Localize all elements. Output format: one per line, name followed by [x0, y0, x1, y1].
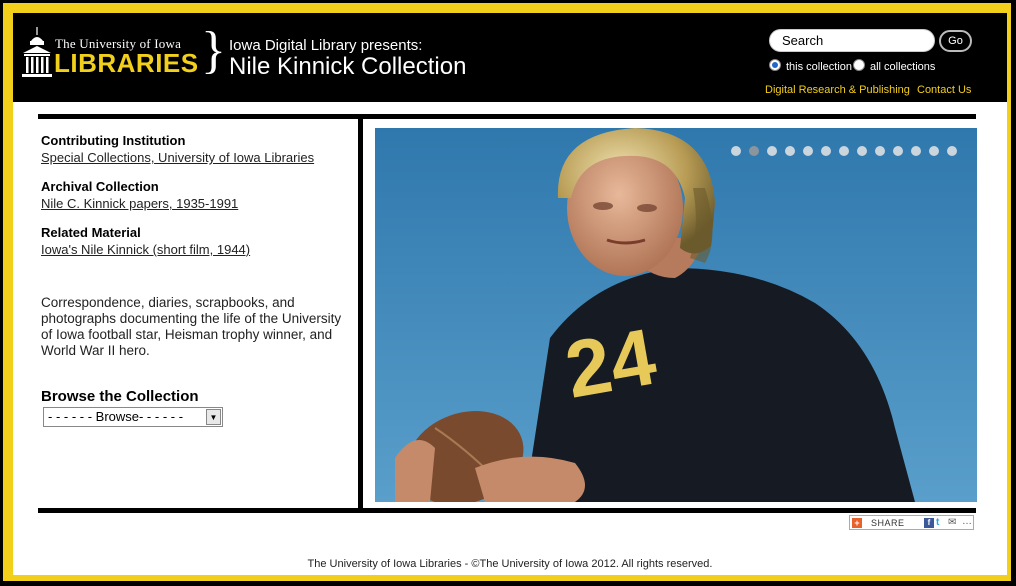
slideshow-dot[interactable]	[803, 146, 813, 156]
addthis-plus-icon: +	[852, 518, 862, 528]
presents-text: Iowa Digital Library presents:	[229, 37, 423, 54]
contact-us-link[interactable]: Contact Us	[917, 84, 971, 96]
radio-this-collection[interactable]	[769, 59, 781, 71]
slideshow-dot[interactable]	[929, 146, 939, 156]
slideshow-dot[interactable]	[911, 146, 921, 156]
football-player-photo: 24	[375, 128, 977, 502]
slideshow-dot[interactable]	[947, 146, 957, 156]
slideshow-dots	[731, 146, 957, 156]
slideshow-dot[interactable]	[785, 146, 795, 156]
top-rule	[38, 114, 976, 119]
related-material-link[interactable]: Iowa's Nile Kinnick (short film, 1944)	[41, 242, 351, 257]
slideshow-dot[interactable]	[857, 146, 867, 156]
archival-collection-label: Archival Collection	[41, 179, 159, 194]
browse-select-value: - - - - - - Browse- - - - - -	[48, 409, 184, 424]
slideshow-dot[interactable]	[749, 146, 759, 156]
collection-info-panel: Contributing Institution Special Collect…	[41, 133, 351, 257]
gold-border: The University of Iowa LIBRARIES } Iowa …	[3, 3, 1011, 581]
slideshow-photo[interactable]: 24	[375, 128, 977, 502]
facebook-icon[interactable]: f	[924, 518, 934, 528]
browse-heading: Browse the Collection	[41, 388, 199, 405]
page-frame: The University of Iowa LIBRARIES } Iowa …	[0, 0, 1016, 586]
radio-all-collections[interactable]	[853, 59, 865, 71]
slideshow-dot[interactable]	[893, 146, 903, 156]
jersey-number: 24	[559, 312, 663, 415]
email-icon[interactable]: ✉	[948, 517, 956, 528]
contributing-institution-label: Contributing Institution	[41, 133, 186, 148]
browse-select[interactable]: - - - - - - Browse- - - - - - ▼	[43, 407, 223, 427]
slideshow-dot[interactable]	[767, 146, 777, 156]
collection-description: Correspondence, diaries, scrapbooks, and…	[41, 295, 342, 358]
page-body: The University of Iowa LIBRARIES } Iowa …	[13, 13, 1007, 575]
radio-this-collection-label: this collection	[786, 61, 853, 73]
chevron-down-icon[interactable]: ▼	[206, 409, 221, 425]
share-button[interactable]: + SHARE f t ✉ …	[849, 515, 974, 530]
radio-all-collections-label: all collections	[870, 61, 936, 73]
related-material-label: Related Material	[41, 225, 141, 240]
slideshow-dot[interactable]	[875, 146, 885, 156]
bottom-rule	[38, 508, 976, 513]
contributing-institution-link[interactable]: Special Collections, University of Iowa …	[41, 150, 351, 165]
logo-libraries-text: LIBRARIES	[54, 48, 199, 78]
share-label: SHARE	[871, 518, 905, 528]
search-input[interactable]: Search	[769, 29, 935, 52]
logo-brace: }	[201, 22, 226, 79]
twitter-icon[interactable]: t	[936, 517, 939, 528]
slideshow-dot[interactable]	[731, 146, 741, 156]
collection-title: Nile Kinnick Collection	[229, 53, 467, 80]
site-header: The University of Iowa LIBRARIES } Iowa …	[13, 13, 1007, 102]
old-capitol-icon	[22, 27, 52, 77]
university-libraries-logo[interactable]: The University of Iowa LIBRARIES }	[21, 25, 226, 87]
column-divider	[358, 119, 363, 508]
go-button[interactable]: Go	[939, 30, 972, 52]
footer-copyright: The University of Iowa Libraries - ©The …	[307, 558, 713, 570]
archival-collection-link[interactable]: Nile C. Kinnick papers, 1935-1991	[41, 196, 351, 211]
slideshow-dot[interactable]	[839, 146, 849, 156]
more-icon[interactable]: …	[962, 516, 972, 527]
digital-research-link[interactable]: Digital Research & Publishing	[765, 84, 910, 96]
slideshow-dot[interactable]	[821, 146, 831, 156]
